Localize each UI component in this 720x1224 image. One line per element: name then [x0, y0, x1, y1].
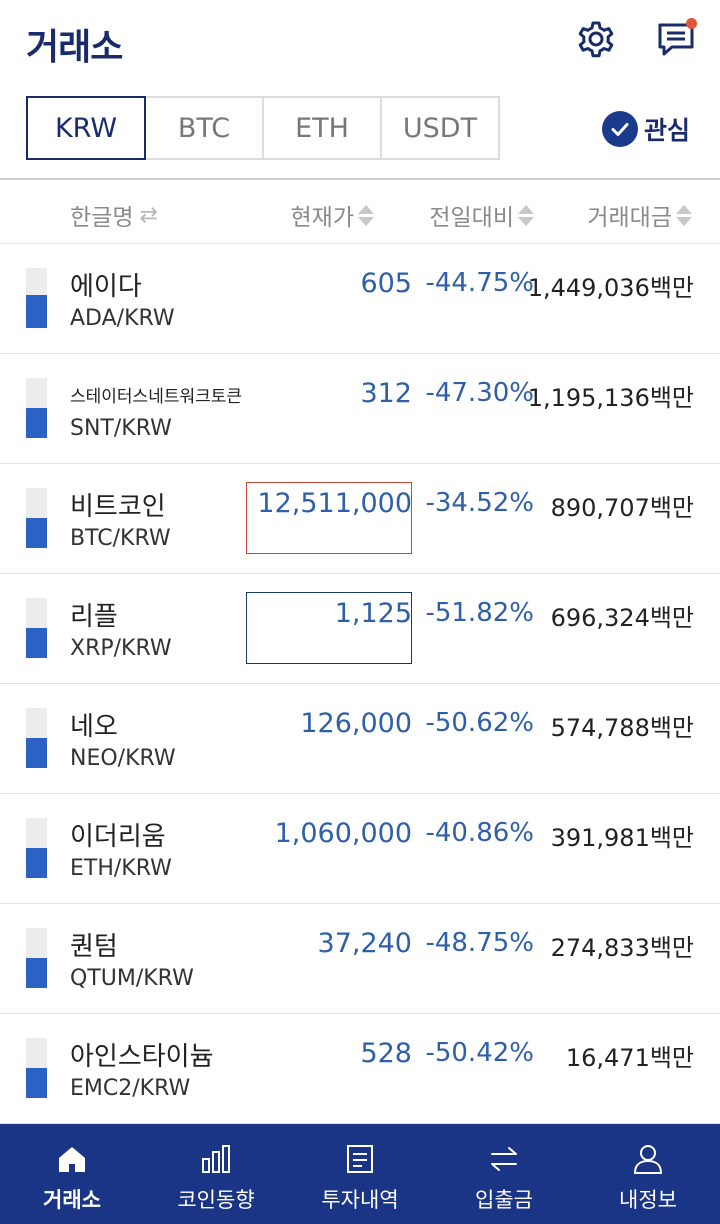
tab-btc[interactable]: BTC: [144, 96, 264, 160]
tab-usdt[interactable]: USDT: [380, 96, 500, 160]
nav-label: 투자내역: [321, 1188, 399, 1212]
coin-change: -40.86%: [425, 818, 534, 848]
bar-chart-icon: [199, 1142, 233, 1176]
swap-arrows-icon: ⇄: [139, 202, 158, 228]
coin-name: 비트코인: [70, 492, 166, 522]
sort-icon: [676, 203, 692, 227]
price-range-bar: [26, 1038, 47, 1098]
coin-row[interactable]: 퀀텀 QTUM/KRW 37,240 -48.75% 274,833백만: [0, 904, 720, 1014]
coin-price: 37,240: [317, 928, 412, 959]
coin-change: -51.82%: [425, 598, 534, 628]
sort-icon: [358, 203, 374, 227]
coin-name: 네오: [70, 712, 118, 742]
coin-row[interactable]: 에이다 ADA/KRW 605 -44.75% 1,449,036백만: [0, 244, 720, 354]
price-range-bar: [26, 818, 47, 878]
coin-price: 12,511,000: [257, 488, 412, 519]
coin-name: 리플: [70, 602, 118, 632]
coin-pair: EMC2/KRW: [70, 1076, 191, 1101]
coin-row[interactable]: 스테이터스네트워크토큰 SNT/KRW 312 -47.30% 1,195,13…: [0, 354, 720, 464]
sort-icon: [518, 203, 534, 227]
gear-icon[interactable]: [575, 18, 617, 60]
price-range-bar: [26, 268, 47, 328]
chat-icon[interactable]: [655, 18, 697, 60]
nav-coin-trends[interactable]: 코인동향: [144, 1124, 288, 1224]
coin-pair: ADA/KRW: [70, 306, 175, 331]
coin-volume: 16,471백만: [565, 1044, 694, 1072]
coin-pair: NEO/KRW: [70, 746, 176, 771]
coin-volume: 574,788백만: [550, 714, 694, 742]
nav-exchange[interactable]: 거래소: [0, 1124, 144, 1224]
nav-deposit-withdraw[interactable]: 입출금: [432, 1124, 576, 1224]
price-range-bar: [26, 488, 47, 548]
coin-price: 312: [360, 378, 412, 409]
coin-change: -47.30%: [425, 378, 534, 408]
price-range-bar: [26, 598, 47, 658]
coin-change: -50.62%: [425, 708, 534, 738]
column-name-label: 한글명: [70, 205, 134, 231]
coin-row[interactable]: 네오 NEO/KRW 126,000 -50.62% 574,788백만: [0, 684, 720, 794]
favorites-label: 관심: [644, 116, 691, 145]
page-title: 거래소: [26, 27, 123, 68]
coin-volume: 890,707백만: [550, 494, 694, 522]
column-volume-label: 거래대금: [587, 205, 672, 231]
nav-label: 내정보: [619, 1188, 677, 1212]
tab-krw[interactable]: KRW: [26, 96, 146, 160]
coin-volume: 274,833백만: [550, 934, 694, 962]
coin-name: 에이다: [70, 272, 142, 302]
nav-label: 입출금: [475, 1188, 533, 1212]
coin-price: 605: [360, 268, 412, 299]
coin-name: 이더리움: [70, 822, 166, 852]
coin-row[interactable]: 리플 XRP/KRW 1,125 -51.82% 696,324백만: [0, 574, 720, 684]
coin-name: 스테이터스네트워크토큰: [70, 387, 243, 407]
sort-price-header[interactable]: 현재가: [291, 198, 374, 232]
coin-pair: QTUM/KRW: [70, 966, 194, 991]
coin-volume: 1,449,036백만: [527, 274, 694, 302]
coin-row[interactable]: 이더리움 ETH/KRW 1,060,000 -40.86% 391,981백만: [0, 794, 720, 904]
coin-row[interactable]: 비트코인 BTC/KRW 12,511,000 -34.52% 890,707백…: [0, 464, 720, 574]
coin-volume: 696,324백만: [550, 604, 694, 632]
column-header: 한글명 ⇄ 현재가 전일대비 거래대금: [0, 178, 720, 244]
app-header: 거래소: [0, 0, 720, 84]
sort-volume-header[interactable]: 거래대금: [587, 198, 692, 232]
price-range-bar: [26, 708, 47, 768]
coin-list: 에이다 ADA/KRW 605 -44.75% 1,449,036백만 스테이터…: [0, 244, 720, 1124]
price-range-bar: [26, 378, 47, 438]
nav-label: 코인동향: [177, 1188, 255, 1212]
coin-pair: BTC/KRW: [70, 526, 171, 551]
favorites-toggle[interactable]: 관심: [602, 110, 690, 148]
market-tabs: KRW BTC ETH USDT: [26, 96, 500, 160]
column-change-label: 전일대비: [429, 205, 514, 231]
coin-price: 1,125: [334, 598, 412, 629]
coin-volume: 391,981백만: [550, 824, 694, 852]
coin-pair: SNT/KRW: [70, 416, 172, 441]
notification-dot: [686, 18, 697, 29]
price-range-bar: [26, 928, 47, 988]
coin-pair: ETH/KRW: [70, 856, 172, 881]
coin-change: -50.42%: [425, 1038, 534, 1068]
coin-row[interactable]: 아인스타이늄 EMC2/KRW 528 -50.42% 16,471백만: [0, 1014, 720, 1124]
coin-change: -48.75%: [425, 928, 534, 958]
coin-name: 퀀텀: [70, 932, 118, 962]
sort-change-header[interactable]: 전일대비: [429, 198, 534, 232]
coin-volume: 1,195,136백만: [527, 384, 694, 412]
tab-eth[interactable]: ETH: [262, 96, 382, 160]
home-icon: [55, 1142, 89, 1176]
nav-label: 거래소: [43, 1188, 101, 1212]
coin-name: 아인스타이늄: [70, 1042, 214, 1072]
nav-my-info[interactable]: 내정보: [576, 1124, 720, 1224]
check-circle-icon: [602, 111, 638, 147]
document-icon: [343, 1142, 377, 1176]
coin-price: 528: [360, 1038, 412, 1069]
coin-change: -44.75%: [425, 268, 534, 298]
coin-pair: XRP/KRW: [70, 636, 172, 661]
nav-investments[interactable]: 투자내역: [288, 1124, 432, 1224]
coin-price: 126,000: [300, 708, 412, 739]
coin-price: 1,060,000: [274, 818, 412, 849]
bottom-nav: 거래소 코인동향 투자내역 입출금 내정보: [0, 1124, 720, 1224]
user-icon: [631, 1142, 665, 1176]
coin-change: -34.52%: [425, 488, 534, 518]
sort-name-header[interactable]: 한글명 ⇄: [70, 198, 158, 232]
transfer-arrows-icon: [487, 1142, 521, 1176]
column-price-label: 현재가: [290, 205, 354, 231]
